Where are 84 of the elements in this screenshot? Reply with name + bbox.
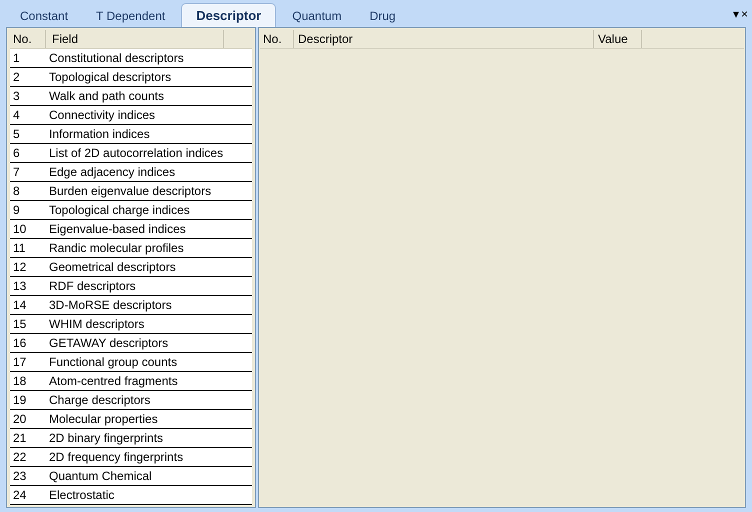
table-cell-text: Molecular properties — [48, 411, 158, 428]
tab[interactable]: Quantum — [280, 5, 354, 27]
table-cell-text: 8 — [12, 183, 21, 200]
table-cell-text: Electrostatic — [48, 487, 114, 504]
table-row[interactable]: 17 Functional group counts — [10, 353, 252, 372]
table-row[interactable]: 22 2D frequency fingerprints — [10, 448, 252, 467]
table-row[interactable]: 9 Topological charge indices — [10, 201, 252, 220]
tab[interactable]: T Dependent — [84, 5, 178, 27]
table-cell-text: 7 — [12, 164, 21, 181]
table-cell-text: 5 — [12, 126, 21, 143]
table-row[interactable]: 14 3D-MoRSE descriptors — [10, 296, 252, 315]
table-cell-text: Randic molecular profiles — [48, 240, 184, 257]
tab[interactable]: Drug — [358, 5, 408, 27]
column-header[interactable]: Value — [594, 30, 642, 48]
table-row[interactable]: 4 Connectivity indices — [10, 106, 252, 125]
column-header[interactable]: No. — [260, 30, 294, 48]
column-header[interactable]: Descriptor — [294, 30, 594, 48]
table-cell-text: Quantum Chemical — [48, 468, 152, 485]
table-row[interactable]: 7 Edge adjacency indices — [10, 163, 252, 182]
table-row[interactable]: 3 Walk and path counts — [10, 87, 252, 106]
close-button[interactable]: × — [740, 8, 748, 20]
table-row[interactable]: 18 Atom-centred fragments — [10, 372, 252, 391]
table-row[interactable]: 1 Constitutional descriptors — [10, 49, 252, 68]
table-cell-text: 20 — [12, 411, 28, 428]
table-cell-text: WHIM descriptors — [48, 316, 144, 333]
table-cell-text: 14 — [12, 297, 28, 314]
table-row[interactable]: 11 Randic molecular profiles — [10, 239, 252, 258]
tab[interactable]: Descriptor — [181, 3, 276, 27]
table-cell-text: Connectivity indices — [48, 107, 156, 124]
table-row[interactable]: 8 Burden eigenvalue descriptors — [10, 182, 252, 201]
table-row[interactable]: 21 2D binary fingerprints — [10, 429, 252, 448]
table-cell-text: Functional group counts — [48, 354, 178, 371]
table-row[interactable]: 15 WHIM descriptors — [10, 315, 252, 334]
table-cell-text: 11 — [12, 240, 26, 257]
table-cell-text: 2D frequency fingerprints — [48, 449, 184, 466]
table-row[interactable]: 5 Information indices — [10, 125, 252, 144]
table-cell-text: 22 — [12, 449, 28, 466]
table-cell-text: 3 — [12, 88, 21, 105]
table-cell-text: GETAWAY descriptors — [48, 335, 168, 352]
table-row[interactable]: 24 Electrostatic — [10, 486, 252, 505]
table-cell-text: 10 — [12, 221, 28, 238]
table-cell-text: 6 — [12, 145, 21, 162]
table-cell-text: List of 2D autocorrelation indices — [48, 145, 224, 162]
table-row[interactable]: 19 Charge descriptors — [10, 391, 252, 410]
table-cell-text: 13 — [12, 278, 28, 295]
table-cell-text: 1 — [12, 50, 21, 67]
table-cell-text: 21 — [12, 430, 28, 447]
table-cell-text: 2D binary fingerprints — [48, 430, 164, 447]
table-cell-text: 19 — [12, 392, 28, 409]
table-cell-text: 23 — [12, 468, 28, 485]
table-cell-text: Charge descriptors — [48, 392, 150, 409]
table-cell-text: Constitutional descriptors — [48, 50, 184, 67]
table-row[interactable]: 10 Eigenvalue-based indices — [10, 220, 252, 239]
table-cell-text: 9 — [12, 202, 21, 219]
dropdown-button[interactable]: ▾ — [732, 8, 739, 20]
table-cell-text: 24 — [12, 487, 28, 504]
table-row[interactable]: 16 GETAWAY descriptors — [10, 334, 252, 353]
column-header[interactable]: No. — [10, 30, 46, 48]
table-cell-text: RDF descriptors — [48, 278, 136, 295]
table-cell-text: 3D-MoRSE descriptors — [48, 297, 172, 314]
table-row[interactable]: 13 RDF descriptors — [10, 277, 252, 296]
table-cell-text: 4 — [12, 107, 21, 124]
table-cell-text: 16 — [12, 335, 28, 352]
table-cell-text: Topological charge indices — [48, 202, 190, 219]
table-cell-text: Edge adjacency indices — [48, 164, 176, 181]
table-row[interactable]: 2 Topological descriptors — [10, 68, 252, 87]
table-cell-text: 12 — [12, 259, 28, 276]
table-row[interactable]: 20 Molecular properties — [10, 410, 252, 429]
table-cell-text: Topological descriptors — [48, 69, 172, 86]
tab[interactable]: Constant — [8, 5, 80, 27]
table-cell-text: 18 — [12, 373, 28, 390]
table-cell-text: Eigenvalue-based indices — [48, 221, 186, 238]
table-row[interactable]: 6 List of 2D autocorrelation indices — [10, 144, 252, 163]
table-cell-text: 15 — [12, 316, 28, 333]
column-header[interactable]: Field — [46, 30, 224, 48]
table-cell-text: Burden eigenvalue descriptors — [48, 183, 212, 200]
table-row[interactable]: 23 Quantum Chemical — [10, 467, 252, 486]
table-cell-text: 17 — [12, 354, 28, 371]
table-cell-text: Walk and path counts — [48, 88, 164, 105]
table-cell-text: Atom-centred fragments — [48, 373, 178, 390]
table-cell-text: Information indices — [48, 126, 150, 143]
table-row[interactable]: 12 Geometrical descriptors — [10, 258, 252, 277]
table-cell-text: 2 — [12, 69, 21, 86]
table-cell-text: Geometrical descriptors — [48, 259, 176, 276]
